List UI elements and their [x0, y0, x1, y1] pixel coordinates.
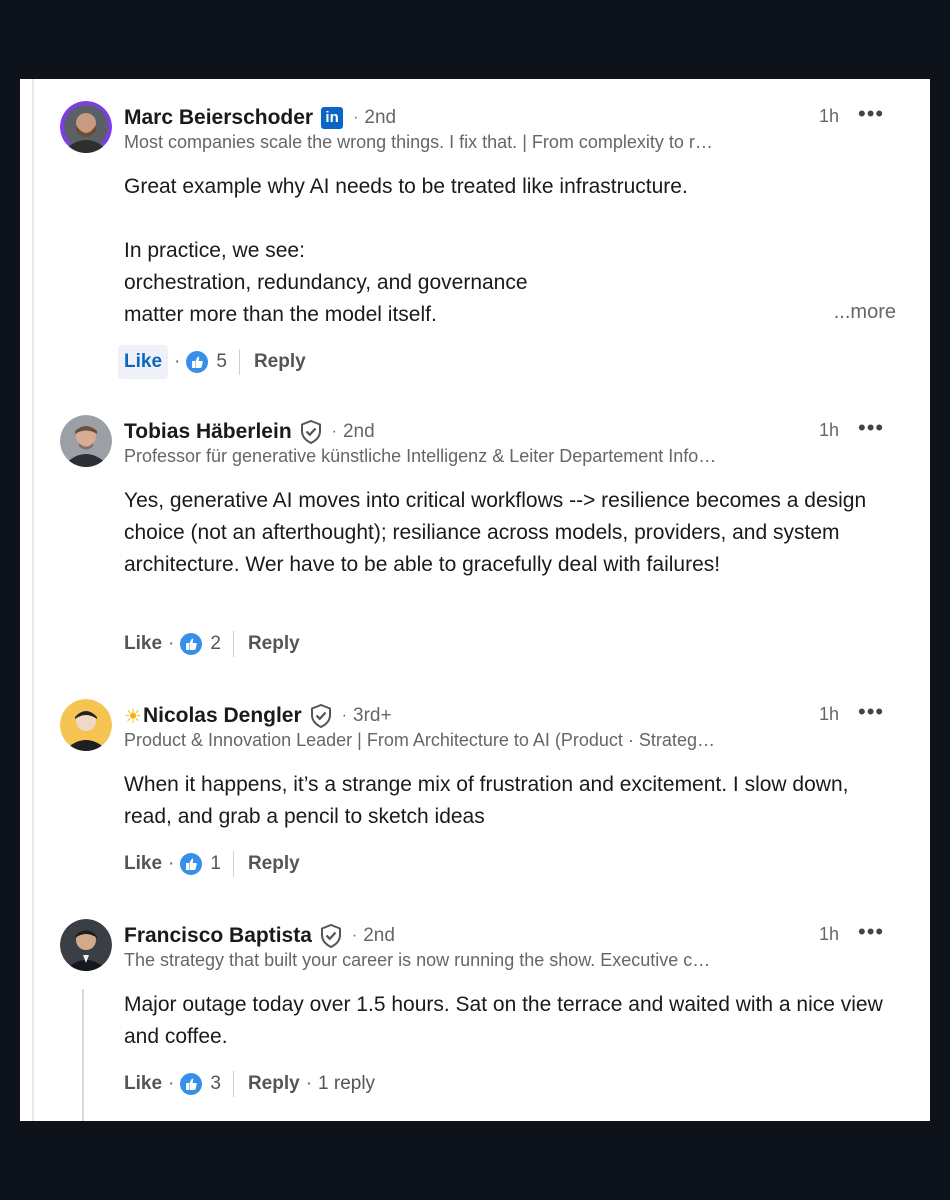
more-options-icon[interactable]: •••: [858, 417, 884, 439]
more-options-icon[interactable]: •••: [858, 103, 884, 125]
comment-text: When it happens, it’s a strange mix of f…: [124, 773, 849, 828]
comment-text: Yes, generative AI moves into critical w…: [124, 489, 867, 576]
timestamp: 1h: [819, 420, 840, 440]
timestamp: 1h: [819, 704, 840, 724]
comments-panel: Marc Beierschoder in · 2nd Most companie…: [20, 79, 930, 1121]
thumbs-up-icon: [180, 853, 203, 875]
divider: [232, 1071, 234, 1097]
author-row: Marc Beierschoder in · 2nd: [124, 103, 396, 133]
divider: [232, 851, 234, 877]
author-headline: Most companies scale the wrong things. I…: [124, 132, 713, 152]
reply-count-link[interactable]: 1 reply: [318, 1073, 375, 1095]
comment-text: Great example why AI needs to be treated…: [124, 171, 884, 331]
separator-dot: ·: [168, 853, 175, 874]
reaction-count[interactable]: 1: [210, 853, 221, 875]
avatar[interactable]: [60, 919, 112, 971]
verified-shield-icon: [310, 704, 331, 728]
linkedin-icon: in: [321, 107, 344, 129]
thumbs-up-icon: [180, 1073, 203, 1095]
separator-dot: ·: [305, 1073, 313, 1094]
reaction-count[interactable]: 3: [210, 1073, 221, 1095]
separator-dot: ·: [174, 351, 181, 372]
comment-line: In practice, we see:: [124, 239, 305, 262]
divider: [238, 349, 240, 375]
sun-icon: ☀: [124, 705, 142, 728]
divider: [232, 631, 234, 657]
timestamp: 1h: [819, 924, 840, 944]
thumbs-up-icon: [180, 633, 203, 655]
comment-actions: Like · 1 Reply: [124, 849, 300, 879]
comment-text: Major outage today over 1.5 hours. Sat o…: [124, 993, 883, 1048]
separator-dot: ·: [351, 927, 358, 944]
author-headline: Professor für generative künstliche Inte…: [124, 446, 717, 466]
author-name[interactable]: Marc Beierschoder: [124, 106, 313, 130]
connection-degree: 2nd: [342, 421, 375, 442]
separator-dot: ·: [353, 109, 359, 126]
connection-degree: 3rd+: [353, 705, 392, 726]
reaction-count[interactable]: 2: [210, 633, 221, 655]
verified-shield-icon: [300, 420, 321, 444]
author-name[interactable]: Francisco Baptista: [124, 924, 312, 948]
reply-button[interactable]: Reply: [254, 351, 306, 373]
connection-degree: 2nd: [364, 107, 397, 128]
thread-line: [82, 989, 84, 1121]
separator-dot: ·: [341, 707, 347, 724]
author-row: Tobias Häberlein · 2nd: [124, 417, 375, 447]
verified-shield-icon: [320, 924, 341, 948]
comment-actions: Like · 5 Reply: [118, 345, 306, 379]
more-options-icon[interactable]: •••: [858, 921, 884, 943]
separator-dot: ·: [168, 633, 175, 654]
see-more-link[interactable]: ...more: [834, 301, 896, 324]
reaction-count[interactable]: 5: [216, 351, 227, 373]
thumbs-up-icon: [186, 351, 209, 373]
like-button[interactable]: Like: [118, 345, 169, 379]
comment-line: matter more than the model itself.: [124, 303, 437, 326]
separator-dot: ·: [168, 1073, 175, 1094]
author-headline: The strategy that built your career is n…: [124, 950, 711, 970]
separator-dot: ·: [331, 423, 337, 440]
author-headline: Product & Innovation Leader | From Archi…: [124, 730, 715, 750]
comment-actions: Like · 3 Reply · 1 reply: [124, 1069, 375, 1099]
reply-button[interactable]: Reply: [248, 853, 300, 875]
author-name[interactable]: Nicolas Dengler: [143, 704, 302, 728]
connection-degree: 2nd: [363, 925, 395, 946]
like-button[interactable]: Like: [124, 849, 162, 879]
author-name[interactable]: Tobias Häberlein: [124, 420, 292, 444]
avatar[interactable]: [60, 415, 112, 467]
comment-actions: Like · 2 Reply: [124, 629, 300, 659]
comment-line: Great example why AI needs to be treated…: [124, 175, 688, 198]
timestamp: 1h: [819, 106, 840, 126]
author-row: ☀ Nicolas Dengler · 3rd+: [124, 701, 392, 731]
avatar[interactable]: [60, 101, 112, 153]
like-button[interactable]: Like: [124, 1069, 162, 1099]
avatar[interactable]: [60, 699, 112, 751]
more-options-icon[interactable]: •••: [858, 701, 884, 723]
author-row: Francisco Baptista · 2nd: [124, 921, 395, 951]
comment-blank-line: [124, 203, 884, 235]
comment-line: orchestration, redundancy, and governanc…: [124, 271, 528, 294]
reply-button[interactable]: Reply: [248, 633, 300, 655]
like-button[interactable]: Like: [124, 629, 162, 659]
reply-button[interactable]: Reply: [248, 1073, 300, 1095]
